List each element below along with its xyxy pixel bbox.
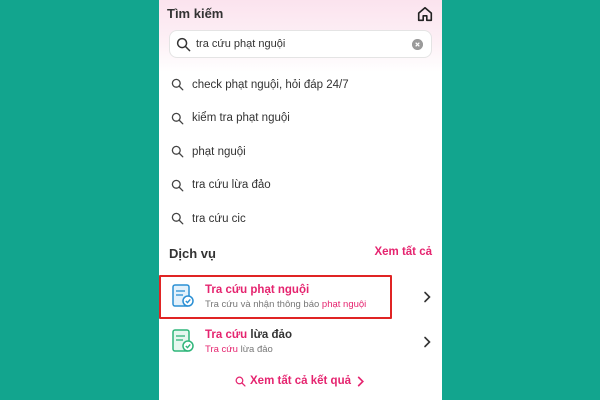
home-icon[interactable] <box>416 5 434 23</box>
service-subtitle-highlight: Tra cứu <box>205 344 238 355</box>
service-subtitle: Tra cứu lừa đảo <box>205 344 273 355</box>
chevron-right-icon <box>357 376 364 386</box>
see-all-results-link[interactable]: Xem tất cả kết quả <box>159 372 442 390</box>
service-item-tra-cuu-lua-dao[interactable]: Tra cứu lừa đảo Tra cứu lừa đảo <box>159 322 442 362</box>
search-icon <box>171 212 184 225</box>
suggestion-item[interactable]: kiểm tra phạt nguội <box>159 102 442 136</box>
suggestion-label: phạt nguội <box>192 145 246 158</box>
clear-icon[interactable] <box>412 39 423 50</box>
suggestion-item[interactable]: phạt nguội <box>159 135 442 169</box>
see-all-results-label: Xem tất cả kết quả <box>250 375 351 387</box>
suggestion-item[interactable]: tra cứu cic <box>159 202 442 236</box>
phone-screen: Tìm kiếm check phạt nguội, hỏi đáp 24/7 … <box>159 0 442 400</box>
search-icon <box>176 37 191 52</box>
suggestion-label: tra cứu lừa đảo <box>192 179 271 192</box>
service-title: Tra cứu lừa đảo <box>205 329 292 341</box>
search-icon <box>235 376 246 387</box>
section-title: Dịch vụ <box>169 246 216 261</box>
chevron-right-icon <box>424 291 431 303</box>
search-icon <box>171 112 184 125</box>
see-all-services-link[interactable]: Xem tất cả <box>374 246 432 258</box>
highlight-box <box>159 275 392 319</box>
search-box[interactable] <box>169 30 432 58</box>
services-section-header: Dịch vụ Xem tất cả <box>159 242 442 264</box>
search-input[interactable] <box>196 35 406 53</box>
suggestion-label: tra cứu cic <box>192 212 246 225</box>
document-shield-icon <box>172 329 194 352</box>
page-title: Tìm kiếm <box>167 6 224 21</box>
suggestion-label: kiểm tra phạt nguội <box>192 112 290 125</box>
search-icon <box>171 179 184 192</box>
suggestion-label: check phạt nguội, hỏi đáp 24/7 <box>192 78 349 91</box>
chevron-right-icon <box>424 336 431 348</box>
service-subtitle-rest: lừa đảo <box>237 344 273 355</box>
suggestion-item[interactable]: check phạt nguội, hỏi đáp 24/7 <box>159 68 442 102</box>
search-icon <box>171 145 184 158</box>
service-title-rest: lừa đảo <box>247 329 292 341</box>
service-title-highlight: Tra cứu <box>205 329 248 341</box>
suggestion-item[interactable]: tra cứu lừa đảo <box>159 169 442 203</box>
suggestion-list: check phạt nguội, hỏi đáp 24/7 kiểm tra … <box>159 68 442 236</box>
search-icon <box>171 78 184 91</box>
